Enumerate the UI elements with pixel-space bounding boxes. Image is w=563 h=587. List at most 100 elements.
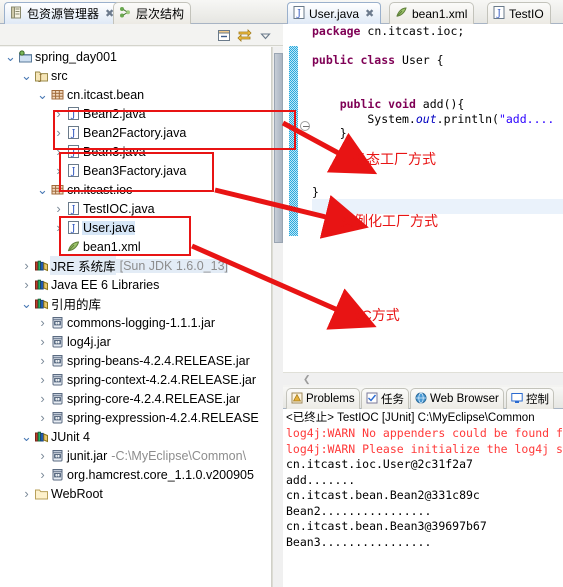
code-token: cn.itcast.ioc; <box>360 24 465 38</box>
tab-testioc-java-label: TestIO <box>509 6 544 21</box>
scroll-left-icon[interactable]: ❮ <box>303 374 311 385</box>
svg-text:J: J <box>496 9 501 19</box>
chevron-down-icon[interactable] <box>257 27 273 43</box>
change-ruler <box>289 24 298 372</box>
chevron-right-icon[interactable]: › <box>20 258 33 273</box>
console-line: cn.itcast.ioc.User@2c31f2a7 <box>286 457 473 471</box>
tree-item[interactable]: › JRE 系统库 [Sun JDK 1.6.0_13] <box>0 256 271 275</box>
tab-problems[interactable]: Problems <box>286 388 360 409</box>
svg-text:010: 010 <box>54 454 61 458</box>
tab-testioc-java[interactable]: J TestIO <box>487 2 551 24</box>
tree-item[interactable]: › 010 commons-logging-1.1.1.jar <box>0 313 271 332</box>
code-token: "add.... <box>498 111 555 126</box>
jar-icon: 010 <box>49 315 66 330</box>
chevron-down-icon[interactable]: ⌄ <box>20 69 33 82</box>
tree-item[interactable]: ⌄ 引用的库 <box>0 294 271 313</box>
tab-package-explorer-label: 包资源管理器 <box>27 7 100 21</box>
chevron-right-icon[interactable]: › <box>36 467 49 482</box>
code-token: package <box>312 24 361 38</box>
chevron-right-icon[interactable]: › <box>52 201 65 216</box>
collapse-method-icon[interactable] <box>300 121 310 131</box>
chevron-right-icon[interactable]: › <box>36 353 49 368</box>
xml-file-icon <box>395 6 408 22</box>
tree-item[interactable]: ⌄ cn.itcast.bean <box>0 85 271 104</box>
chevron-right-icon[interactable]: › <box>20 277 33 292</box>
package-explorer-icon <box>10 6 23 22</box>
console-line: Bean2................ <box>286 503 432 518</box>
console-line: log4j:WARN Please initialize the log4j s <box>286 441 563 456</box>
chevron-right-icon[interactable]: › <box>36 391 49 406</box>
svg-text:J: J <box>296 9 301 19</box>
instance-factory-label: 实例化工厂方式 <box>340 213 438 229</box>
package-explorer-tabbar: 包资源管理器 ✖ 层次结构 <box>0 0 283 24</box>
tree-item-label: spring-context-4.2.4.RELEASE.jar <box>67 372 256 387</box>
bean2-group-box <box>53 110 296 150</box>
tab-hierarchy[interactable]: 层次结构 <box>113 2 192 24</box>
console-tabbar: Problems 任务 Web Browser 控制 <box>283 387 563 409</box>
chevron-down-icon[interactable]: ⌄ <box>20 297 33 310</box>
collapse-all-icon[interactable] <box>216 27 232 43</box>
bean3-group-box <box>59 152 214 192</box>
tree-item[interactable]: ⌄ spring_day001 <box>0 47 271 66</box>
tree-item-label: log4j.jar <box>67 334 111 349</box>
tree-item[interactable]: › 010 org.hamcrest.core_1.1.0.v200905 <box>0 465 271 484</box>
chevron-right-icon[interactable]: › <box>36 334 49 349</box>
code-line: package cn.itcast.ioc; <box>312 24 563 39</box>
console-view: Problems 任务 Web Browser 控制 <已终止> TestIOC… <box>283 387 563 587</box>
close-icon[interactable]: ✖ <box>365 7 374 20</box>
tab-console[interactable]: 控制 <box>506 388 554 409</box>
tree-item[interactable]: › 010 junit.jar -C:\MyEclipse\Common\ <box>0 446 271 465</box>
editor-horizontal-scrollbar[interactable]: ❮ <box>283 372 563 385</box>
tree-item[interactable]: › 010 spring-context-4.2.4.RELEASE.jar <box>0 370 271 389</box>
svg-text:010: 010 <box>54 340 61 344</box>
tab-bean1-xml[interactable]: bean1.xml <box>389 2 475 24</box>
console-line: cn.itcast.bean.Bean3@39697b67 <box>286 519 487 533</box>
tab-tasks[interactable]: 任务 <box>361 388 409 409</box>
link-editor-icon[interactable] <box>236 27 252 43</box>
tree-item[interactable]: › 010 spring-beans-4.2.4.RELEASE.jar <box>0 351 271 370</box>
folding-column[interactable] <box>298 24 312 372</box>
tree-item[interactable]: ⌄ JUnit 4 <box>0 427 271 446</box>
project-icon <box>17 49 34 64</box>
chevron-right-icon[interactable]: › <box>36 315 49 330</box>
tree-item[interactable]: › WebRoot <box>0 484 271 503</box>
tree-item-label: JRE 系统库 <box>50 256 116 275</box>
library-icon <box>33 429 50 444</box>
java-file-icon: J <box>293 5 305 22</box>
chevron-down-icon[interactable]: ⌄ <box>36 183 49 196</box>
tree-item-label: spring-expression-4.2.4.RELEASE <box>67 410 259 425</box>
tab-package-explorer[interactable]: 包资源管理器 ✖ <box>4 2 122 24</box>
chevron-down-icon[interactable]: ⌄ <box>36 88 49 101</box>
tree-item[interactable]: › 010 log4j.jar <box>0 332 271 351</box>
tree-item[interactable]: › 010 spring-expression-4.2.4.RELEASE <box>0 408 271 427</box>
java-source-editor[interactable]: package cn.itcast.ioc; public class User… <box>283 24 563 372</box>
package-explorer-view: 包资源管理器 ✖ 层次结构 ⌄ spring_day001 ⌄ J src ⌄ … <box>0 0 283 587</box>
code-line: } <box>312 185 563 200</box>
tree-item-label: 引用的库 <box>51 298 102 312</box>
chevron-down-icon[interactable]: ⌄ <box>4 50 17 63</box>
tab-user-java[interactable]: J User.java ✖ <box>287 2 382 24</box>
tab-web-browser[interactable]: Web Browser <box>410 388 504 409</box>
tree-item[interactable]: ⌄ Jsrc <box>0 66 271 85</box>
tree-item-label: Java EE 6 Libraries <box>51 277 160 292</box>
tree-item[interactable]: › Java EE 6 Libraries <box>0 275 271 294</box>
svg-text:010: 010 <box>54 473 61 477</box>
console-output[interactable]: log4j:WARN No appenders could be found f… <box>283 426 563 587</box>
library-icon <box>33 277 50 292</box>
svg-text:010: 010 <box>54 397 61 401</box>
chevron-right-icon[interactable]: › <box>36 410 49 425</box>
chevron-right-icon[interactable]: › <box>36 372 49 387</box>
svg-text:010: 010 <box>54 359 61 363</box>
tree-item-label: src <box>51 68 68 83</box>
tree-item[interactable]: › 010 spring-core-4.2.4.RELEASE.jar <box>0 389 271 408</box>
browser-icon <box>415 392 427 407</box>
chevron-right-icon[interactable]: › <box>20 486 33 501</box>
tree-item-label: cn.itcast.bean <box>67 87 145 102</box>
chevron-down-icon[interactable]: ⌄ <box>20 430 33 443</box>
chevron-right-icon[interactable]: › <box>36 448 49 463</box>
